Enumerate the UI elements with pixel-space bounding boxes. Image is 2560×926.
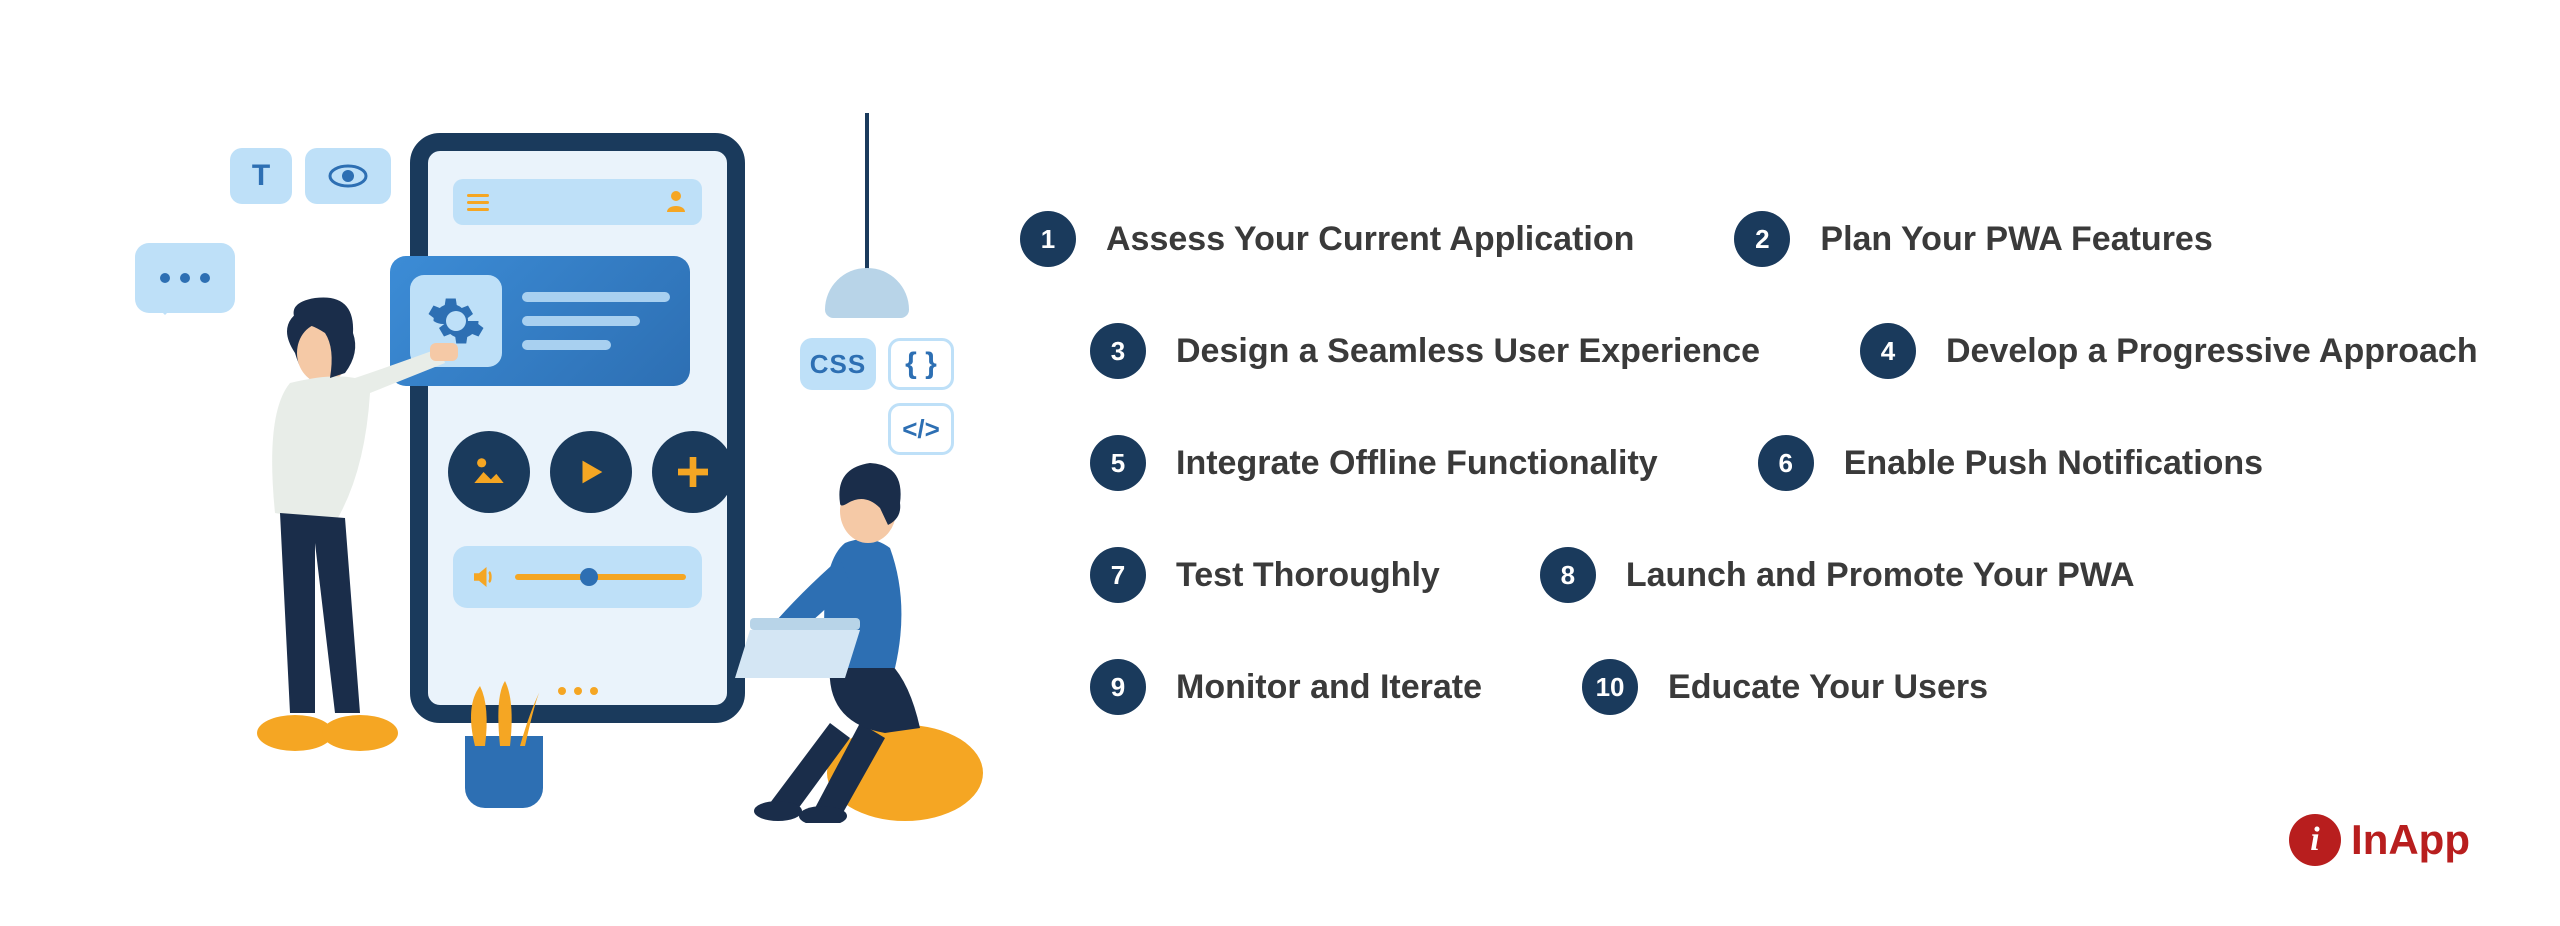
lamp-cord (865, 113, 869, 283)
step-label: Educate Your Users (1668, 668, 1988, 707)
tablet-header (453, 179, 702, 225)
audio-slider (453, 546, 702, 608)
braces-badge: { } (888, 338, 954, 390)
step-label: Launch and Promote Your PWA (1626, 556, 2135, 595)
step-9: 9 Monitor and Iterate (1090, 659, 1482, 715)
step-row-4: 7 Test Thoroughly 8 Launch and Promote Y… (1020, 547, 2480, 603)
eye-badge (305, 148, 391, 204)
plus-icon (673, 452, 713, 492)
step-label: Develop a Progressive Approach (1946, 332, 2478, 371)
step-label: Test Thoroughly (1176, 556, 1440, 595)
step-label: Integrate Offline Functionality (1176, 444, 1658, 483)
step-4: 4 Develop a Progressive Approach (1860, 323, 2478, 379)
card-text-lines (522, 292, 670, 350)
css-badge: CSS (800, 338, 876, 390)
step-row-2: 3 Design a Seamless User Experience 4 De… (1020, 323, 2480, 379)
step-1: 1 Assess Your Current Application (1020, 211, 1634, 267)
step-row-1: 1 Assess Your Current Application 2 Plan… (1020, 211, 2480, 267)
slider-thumb (580, 568, 598, 586)
chat-dots-icon (160, 273, 210, 283)
lamp-shade (825, 268, 909, 318)
step-label: Assess Your Current Application (1106, 220, 1634, 259)
step-label: Design a Seamless User Experience (1176, 332, 1760, 371)
step-number: 8 (1540, 547, 1596, 603)
step-5: 5 Integrate Offline Functionality (1090, 435, 1658, 491)
brand-icon: i (2289, 814, 2341, 866)
eye-icon (328, 164, 368, 188)
brand-logo: i InApp (2289, 814, 2470, 866)
pagination-dots (558, 687, 598, 695)
step-row-3: 5 Integrate Offline Functionality 6 Enab… (1020, 435, 2480, 491)
chat-badge (135, 243, 235, 313)
step-number: 1 (1020, 211, 1076, 267)
step-3: 3 Design a Seamless User Experience (1090, 323, 1760, 379)
step-label: Plan Your PWA Features (1820, 220, 2212, 259)
step-number: 7 (1090, 547, 1146, 603)
play-button (550, 431, 632, 513)
person-sitting (710, 453, 990, 823)
step-number: 10 (1582, 659, 1638, 715)
step-label: Monitor and Iterate (1176, 668, 1482, 707)
hamburger-icon (467, 194, 489, 211)
step-number: 6 (1758, 435, 1814, 491)
step-number: 4 (1860, 323, 1916, 379)
step-number: 3 (1090, 323, 1146, 379)
step-number: 5 (1090, 435, 1146, 491)
person-standing (235, 293, 485, 813)
play-icon (574, 455, 608, 489)
step-6: 6 Enable Push Notifications (1758, 435, 2263, 491)
step-label: Enable Push Notifications (1844, 444, 2263, 483)
text-tool-badge: T (230, 148, 292, 204)
step-10: 10 Educate Your Users (1582, 659, 1988, 715)
step-8: 8 Launch and Promote Your PWA (1540, 547, 2135, 603)
step-number: 2 (1734, 211, 1790, 267)
hero-illustration: T CSS { } </> (80, 113, 980, 813)
slider-track (515, 574, 686, 580)
step-row-5: 9 Monitor and Iterate 10 Educate Your Us… (1020, 659, 2480, 715)
step-7: 7 Test Thoroughly (1090, 547, 1440, 603)
step-number: 9 (1090, 659, 1146, 715)
user-icon (664, 188, 688, 217)
step-2: 2 Plan Your PWA Features (1734, 211, 2212, 267)
page-container: T CSS { } </> (0, 0, 2560, 926)
media-buttons (448, 431, 734, 513)
steps-list: 1 Assess Your Current Application 2 Plan… (980, 211, 2480, 715)
code-badge: </> (888, 403, 954, 455)
brand-name: InApp (2351, 816, 2470, 864)
